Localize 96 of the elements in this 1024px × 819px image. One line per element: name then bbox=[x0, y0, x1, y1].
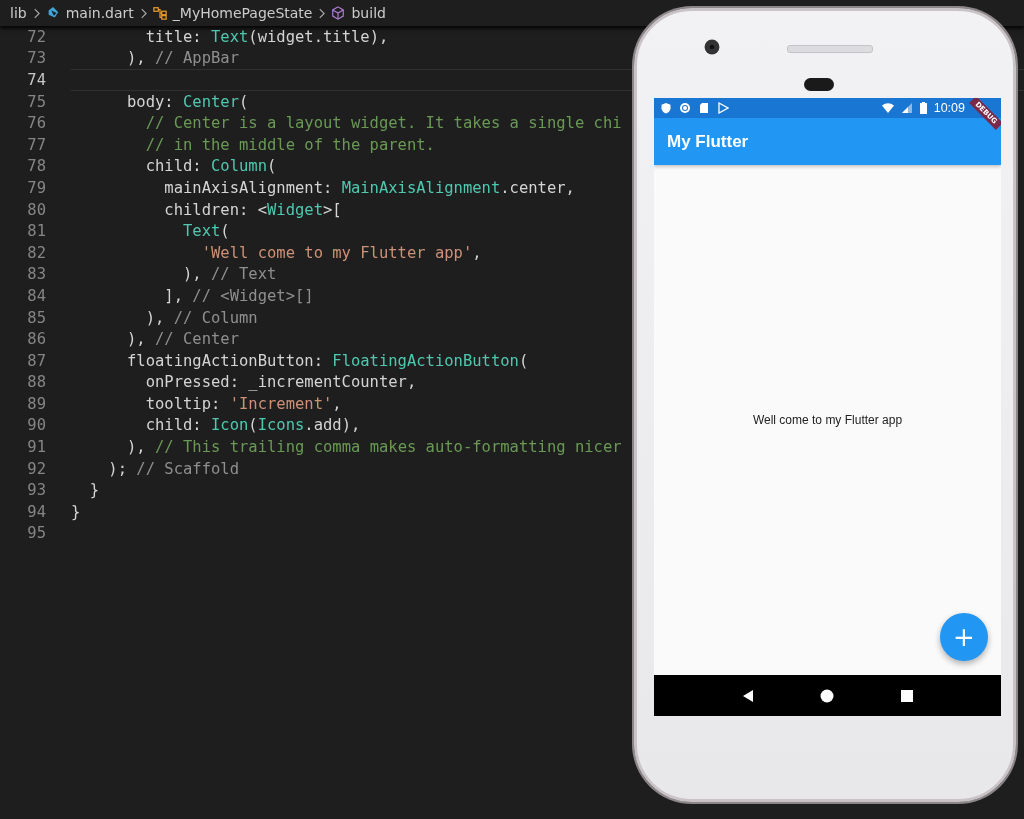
type-name: Icon bbox=[211, 416, 249, 435]
class-icon bbox=[152, 6, 167, 20]
line-number: 86 bbox=[26, 330, 46, 349]
line-number: 93 bbox=[26, 481, 46, 500]
circle-icon bbox=[679, 102, 691, 114]
breadcrumb-item[interactable]: main.dart bbox=[65, 5, 134, 21]
type-name: Center bbox=[183, 92, 239, 111]
code-text: body: bbox=[126, 92, 175, 111]
signal-icon bbox=[900, 102, 913, 114]
code-text: child: bbox=[144, 157, 203, 176]
type-name: MainAxisAlignment bbox=[341, 178, 501, 197]
code-comment: // Center is a layout widget. It takes a single chi bbox=[144, 114, 622, 133]
home-icon[interactable] bbox=[820, 688, 835, 703]
line-number: 88 bbox=[26, 373, 46, 392]
line-number: 72 bbox=[26, 27, 46, 46]
code-text: , bbox=[472, 243, 482, 262]
line-number: 79 bbox=[26, 178, 46, 197]
line-number: 91 bbox=[26, 438, 46, 457]
line-number: 78 bbox=[26, 157, 46, 176]
breadcrumb-item[interactable]: _MyHomePageState bbox=[172, 5, 313, 21]
app-title: My Flutter bbox=[667, 131, 749, 152]
code-text: child: bbox=[144, 416, 203, 435]
type-name: Text bbox=[181, 222, 221, 241]
breadcrumb-item[interactable]: lib bbox=[10, 5, 27, 21]
code-text: ( bbox=[220, 222, 230, 241]
battery-icon bbox=[919, 102, 927, 114]
line-number: 94 bbox=[26, 502, 46, 521]
line-number: 76 bbox=[26, 114, 46, 133]
code-text: .add), bbox=[304, 416, 361, 435]
code-text: mainAxisAlignment: bbox=[163, 178, 334, 197]
string-literal: 'Well come to my Flutter app' bbox=[200, 243, 473, 262]
closing-label: // <Widget>[] bbox=[192, 286, 314, 305]
closing-label: // Scaffold bbox=[136, 459, 239, 478]
code-text: ), bbox=[126, 330, 147, 349]
line-number: 74 bbox=[26, 71, 46, 89]
status-time: 10:09 bbox=[933, 101, 965, 115]
body-text: Well come to my Flutter app bbox=[752, 413, 903, 427]
line-number: 95 bbox=[26, 524, 46, 543]
code-text: (widget.title), bbox=[248, 27, 389, 46]
line-number: 80 bbox=[26, 200, 46, 219]
type-name: Icons bbox=[257, 416, 305, 435]
line-number: 81 bbox=[26, 222, 46, 241]
sensor-pill bbox=[804, 78, 834, 91]
sd-card-icon bbox=[698, 102, 710, 114]
code-text: ), bbox=[144, 308, 166, 327]
code-text: ); bbox=[107, 459, 128, 478]
type-name: Text bbox=[211, 27, 249, 46]
code-text: onPressed: _incrementCounter, bbox=[144, 373, 417, 392]
code-text: ), bbox=[181, 265, 203, 284]
line-number: 85 bbox=[26, 308, 46, 327]
closing-label: // Center bbox=[155, 330, 239, 349]
chevron-icon bbox=[318, 7, 326, 19]
code-text: children: < bbox=[163, 200, 267, 219]
line-number: 83 bbox=[26, 265, 46, 284]
type-name: Column bbox=[211, 157, 267, 176]
code-text: tooltip: bbox=[144, 394, 222, 413]
code-text: .center, bbox=[500, 178, 575, 197]
code-comment: // This trailing comma makes auto-formatting nicer bbox=[155, 438, 622, 457]
line-number: 77 bbox=[26, 135, 46, 154]
closing-label: // AppBar bbox=[155, 49, 239, 68]
breadcrumb-item[interactable]: build bbox=[351, 5, 386, 21]
code-text: ), bbox=[126, 438, 147, 457]
type-name: Widget bbox=[266, 200, 323, 219]
line-number: 82 bbox=[26, 243, 46, 262]
code-text: ( bbox=[518, 351, 529, 370]
chevron-icon bbox=[139, 7, 147, 19]
code-text: ( bbox=[267, 157, 277, 176]
camera-icon bbox=[704, 39, 720, 55]
code-text: , bbox=[332, 394, 342, 413]
code-text: ( bbox=[248, 416, 258, 435]
code-text: >[ bbox=[322, 200, 342, 219]
code-text: ), bbox=[126, 49, 147, 68]
recents-icon[interactable] bbox=[900, 688, 915, 703]
closing-label: // Column bbox=[173, 308, 258, 327]
code-comment: // in the middle of the parent. bbox=[144, 135, 435, 154]
line-number: 89 bbox=[26, 394, 46, 413]
line-number: 87 bbox=[26, 351, 46, 370]
code-text: ( bbox=[239, 92, 249, 111]
line-number: 92 bbox=[26, 459, 46, 478]
code-text: } bbox=[88, 481, 99, 500]
closing-label: // Text bbox=[211, 265, 277, 284]
cube-icon bbox=[331, 6, 346, 20]
code-text: floatingActionButton: bbox=[126, 351, 324, 370]
line-number: 75 bbox=[26, 92, 46, 111]
play-icon bbox=[717, 102, 729, 114]
code-text: ], bbox=[163, 286, 184, 305]
code-text: title: bbox=[144, 27, 203, 46]
line-number: 73 bbox=[26, 49, 46, 68]
chevron-icon bbox=[32, 7, 40, 19]
code-text: } bbox=[71, 502, 81, 521]
line-number: 84 bbox=[26, 286, 46, 305]
shield-icon bbox=[660, 102, 672, 114]
line-number: 90 bbox=[26, 416, 46, 435]
string-literal: 'Increment' bbox=[229, 394, 333, 413]
type-name: FloatingActionButton bbox=[332, 351, 519, 370]
wifi-icon bbox=[881, 102, 894, 114]
